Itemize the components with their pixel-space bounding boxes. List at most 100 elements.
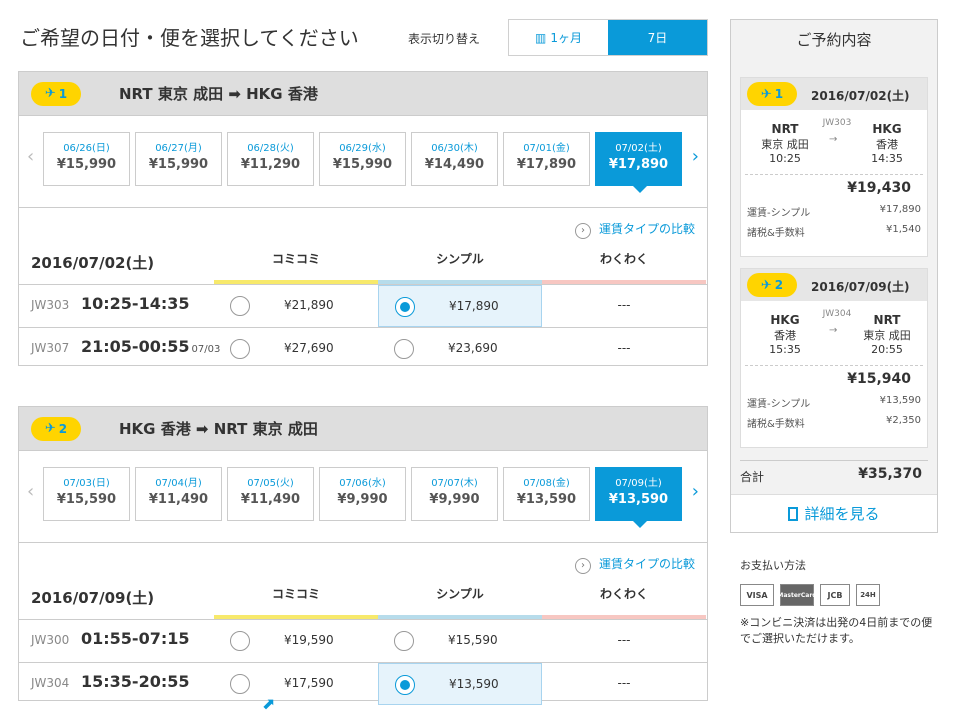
flight-row: JW303 10:25-14:35 ¥21,890 ¥17,890 --- (19, 284, 707, 327)
date-strip: ‹ 06/26(日) ¥15,990 06/27(月) ¥15,990 06/28(… (19, 116, 707, 208)
radio-button[interactable] (230, 674, 250, 694)
date-label: 07/09(土) (615, 478, 662, 489)
date-label: 07/04(月) (155, 478, 202, 489)
radio-button[interactable] (230, 631, 250, 651)
leg-number: 1 (774, 87, 784, 101)
date-label: 07/08(金) (523, 478, 570, 489)
radio-button[interactable] (394, 631, 414, 651)
date-cell[interactable]: 07/08(金) ¥13,590 (503, 467, 590, 521)
flight-time-text: 15:35-20:55 (81, 672, 190, 691)
date-price: ¥9,990 (337, 492, 388, 507)
date-label: 06/28(火) (247, 143, 294, 154)
leg-2-panel: ✈ 2 HKG 香港 ➡ NRT 東京 成田 ‹ 07/03(日) ¥15,590 … (18, 406, 708, 705)
date-cell[interactable]: 06/30(木) ¥14,490 (411, 132, 498, 186)
next-week-arrow-icon[interactable]: › (692, 146, 699, 167)
date-price: ¥13,590 (516, 492, 577, 507)
date-cell[interactable]: 07/06(水) ¥9,990 (319, 467, 406, 521)
flight-time: 21:05-00:55 07/03 (81, 337, 220, 356)
departure-info: NRT 東京 成田 10:25 (755, 122, 815, 165)
radio-button[interactable] (394, 339, 414, 359)
compare-fare-link[interactable]: › 運賃タイプの比較 (574, 220, 695, 239)
date-price: ¥14,490 (424, 157, 485, 172)
jcb-logo-icon: JCB (820, 584, 850, 606)
prev-week-arrow-icon[interactable]: ‹ (27, 146, 34, 167)
arrow-right-icon: → (829, 325, 838, 336)
visa-logo-icon: VISA (740, 584, 774, 606)
radio-button-selected[interactable] (395, 297, 415, 317)
summary-leg-date: 2016/07/09(土) (811, 280, 910, 294)
compare-row: › 運賃タイプの比較 (19, 543, 707, 579)
tax-value: ¥2,350 (886, 415, 921, 426)
flight-number: JW307 (31, 341, 70, 355)
fare-option-simple[interactable]: ¥23,690 (378, 328, 542, 370)
leg-1-panel: ✈ 1 NRT 東京 成田 ➡ HKG 香港 ‹ 06/26(日) ¥15,990 … (18, 71, 708, 366)
toggle-week-button[interactable]: 7日 (608, 20, 707, 55)
date-cell[interactable]: 07/07(木) ¥9,990 (411, 467, 498, 521)
date-cell[interactable]: 06/29(水) ¥15,990 (319, 132, 406, 186)
summary-leg-route: HKG 香港 15:35 JW304 → NRT 東京 成田 20:55 (741, 301, 927, 365)
fare-option-simple[interactable]: ¥17,890 (378, 285, 542, 327)
flight-time-text: 01:55-07:15 (81, 629, 190, 648)
fare-option-simple[interactable]: ¥13,590 (378, 663, 542, 705)
fare-value: ¥13,590 (879, 395, 921, 406)
fare-price: ¥23,690 (448, 341, 498, 355)
grand-total-value: ¥35,370 (858, 466, 922, 482)
date-price: ¥11,290 (240, 157, 301, 172)
leg-number: 1 (58, 86, 68, 101)
radio-button-selected[interactable] (395, 675, 415, 695)
fare-unavailable: --- (617, 341, 631, 355)
date-cell-selected[interactable]: 07/02(土) ¥17,890 (595, 132, 682, 193)
fare-type-komikomi: コミコミ (271, 587, 320, 601)
fare-type-simple: シンプル (436, 252, 484, 266)
radio-button[interactable] (230, 339, 250, 359)
summary-leg-2: ✈ 2 2016/07/09(土) HKG 香港 15:35 JW304 → NRT 東… (740, 268, 928, 448)
date-cell[interactable]: 07/04(月) ¥11,490 (135, 467, 222, 521)
arrival-info: HKG 香港 14:35 (859, 122, 915, 165)
fare-option-komikomi[interactable]: ¥17,590 (214, 663, 378, 705)
fare-table-header: 2016/07/02(土) コミコミ シンプル わくわく (19, 244, 707, 284)
route-title: NRT 東京 成田 ➡ HKG 香港 (119, 85, 318, 103)
fare-breakdown-row: 運賃-シンプル ¥17,890 (741, 200, 927, 220)
arrival-code: NRT (873, 313, 901, 327)
reservation-summary: ご予約内容 ✈ 1 2016/07/02(土) NRT 東京 成田 10:25 JW3… (730, 19, 938, 533)
date-cell[interactable]: 06/27(月) ¥15,990 (135, 132, 222, 186)
fare-option-simple[interactable]: ¥15,590 (378, 620, 542, 662)
flight-row: JW300 01:55-07:15 ¥19,590 ¥15,590 --- (19, 619, 707, 662)
date-cell[interactable]: 07/03(日) ¥15,590 (43, 467, 130, 521)
view-details-button[interactable]: 詳細を見る (731, 494, 937, 532)
fare-type-wakuwaku: わくわく (599, 587, 648, 601)
departure-code: HKG (770, 313, 800, 327)
date-cell[interactable]: 06/28(火) ¥11,290 (227, 132, 314, 186)
cursor-arrow-icon: ⬈ (262, 694, 276, 713)
fare-label: 運賃-シンプル (747, 208, 811, 219)
fare-price: ¥17,890 (449, 299, 499, 313)
date-price: ¥15,590 (56, 492, 117, 507)
fare-price: ¥15,590 (448, 633, 498, 647)
flight-number: JW304 (31, 676, 70, 690)
summary-leg-header: ✈ 1 2016/07/02(土) (741, 78, 927, 110)
prev-week-arrow-icon[interactable]: ‹ (27, 481, 34, 502)
date-cell-selected[interactable]: 07/09(土) ¥13,590 (595, 467, 682, 528)
fare-option-komikomi[interactable]: ¥19,590 (214, 620, 378, 662)
next-week-arrow-icon[interactable]: › (692, 481, 699, 502)
compare-fare-link[interactable]: › 運賃タイプの比較 (574, 555, 695, 574)
date-cell[interactable]: 06/26(日) ¥15,990 (43, 132, 130, 186)
fare-unavailable: --- (617, 633, 631, 647)
leg-header: ✈ 1 NRT 東京 成田 ➡ HKG 香港 (19, 72, 707, 116)
toggle-month-button[interactable]: ▥ 1ヶ月 (509, 20, 608, 55)
date-cell[interactable]: 07/01(金) ¥17,890 (503, 132, 590, 186)
compare-row: › 運賃タイプの比較 (19, 208, 707, 244)
fare-option-wakuwaku: --- (542, 663, 706, 705)
date-price: ¥15,990 (148, 157, 209, 172)
arrival-name: 東京 成田 (863, 329, 911, 342)
view-details-label: 詳細を見る (804, 505, 880, 523)
fare-option-komikomi[interactable]: ¥27,690 (214, 328, 378, 370)
fare-option-komikomi[interactable]: ¥21,890 (214, 285, 378, 327)
summary-leg-total: ¥19,430 (745, 174, 923, 200)
fare-price: ¥19,590 (284, 633, 334, 647)
radio-button[interactable] (230, 296, 250, 316)
date-label: 07/05(火) (247, 478, 294, 489)
chevron-right-icon: › (574, 223, 591, 239)
tax-breakdown-row: 諸税&手数料 ¥2,350 (741, 411, 927, 431)
date-cell[interactable]: 07/05(火) ¥11,490 (227, 467, 314, 521)
